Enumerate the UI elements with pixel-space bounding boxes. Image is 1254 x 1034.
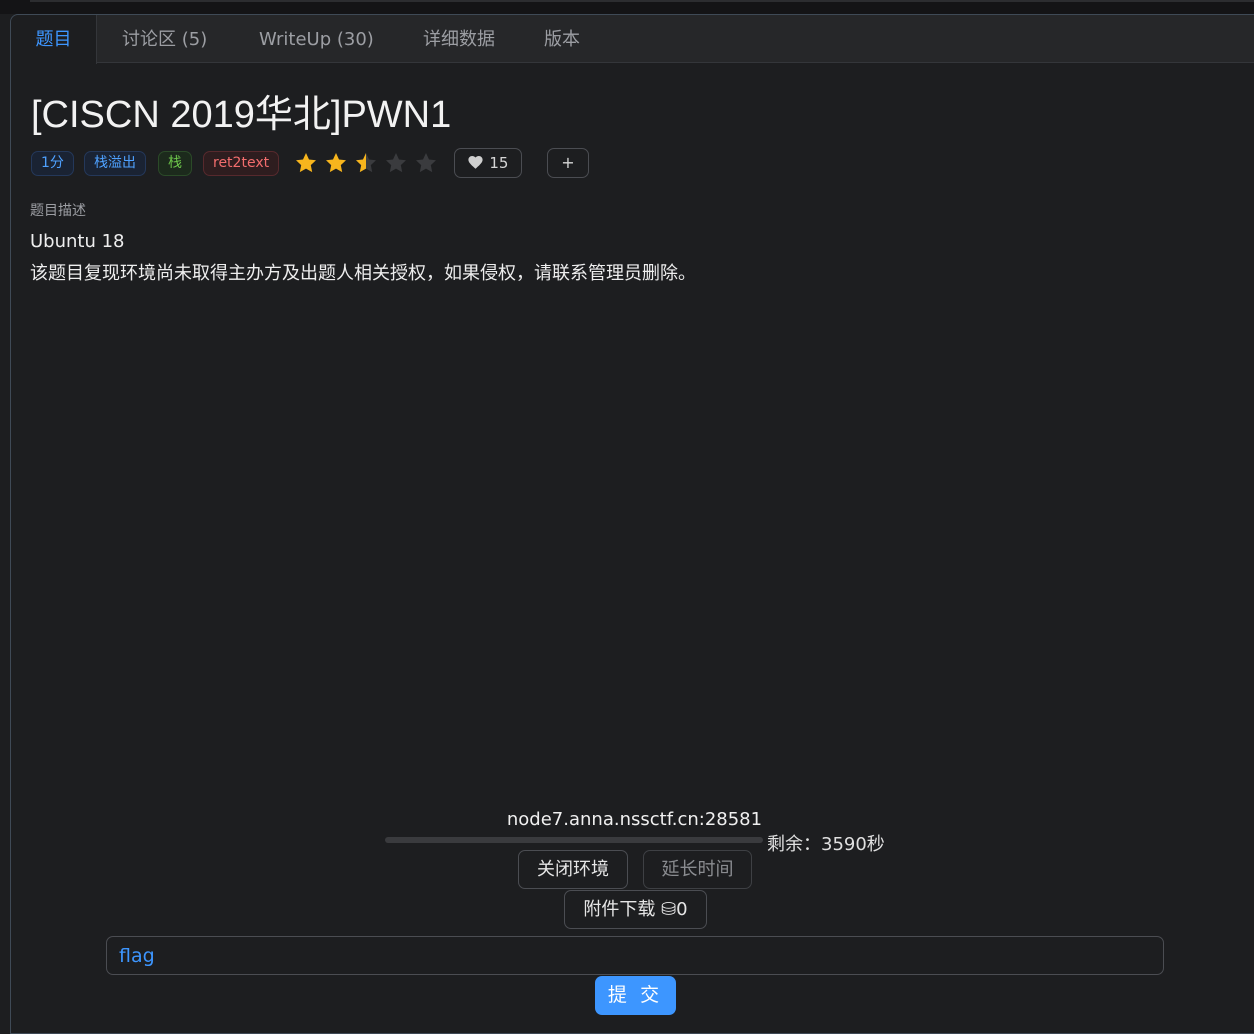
submit-button[interactable]: 提 交	[595, 976, 676, 1015]
flag-input[interactable]	[106, 936, 1164, 975]
like-button[interactable]: 15	[454, 148, 522, 178]
problem-panel: 题目 讨论区 (5) WriteUp (30) 详细数据 版本 [CISCN 2…	[10, 14, 1254, 1034]
top-strip	[0, 0, 1254, 14]
tag-ret2text[interactable]: ret2text	[203, 151, 280, 176]
tab-version[interactable]: 版本	[544, 15, 580, 63]
extend-time-button[interactable]: 延长时间	[643, 850, 752, 889]
tab-problem[interactable]: 题目	[11, 15, 97, 64]
add-button[interactable]: +	[547, 148, 589, 178]
description-label: 题目描述	[30, 203, 86, 219]
heart-icon	[467, 156, 483, 169]
description-line: 该题目复现环境尚未取得主办方及出题人相关授权，如果侵权，请联系管理员删除。	[30, 263, 696, 284]
tab-discussion[interactable]: 讨论区 (5)	[122, 15, 207, 63]
tab-bar: 题目 讨论区 (5) WriteUp (30) 详细数据 版本	[11, 15, 1254, 64]
tab-writeup[interactable]: WriteUp (30)	[259, 15, 374, 63]
like-count: 15	[489, 154, 509, 172]
attachment-download-button[interactable]: 附件下载 ⛁0	[564, 890, 707, 929]
tag-stack[interactable]: 栈	[158, 151, 192, 176]
half-star-icon[interactable]	[354, 151, 378, 175]
tab-details[interactable]: 详细数据	[423, 15, 495, 63]
tag-stack-overflow[interactable]: 栈溢出	[84, 151, 146, 176]
star-empty-icon[interactable]	[384, 151, 408, 175]
star-icon[interactable]	[294, 151, 318, 175]
close-environment-button[interactable]: 关闭环境	[518, 850, 628, 889]
environment-host: node7.anna.nssctf.cn:28581	[506, 809, 763, 830]
star-icon[interactable]	[324, 151, 348, 175]
problem-title: [CISCN 2019华北]PWN1	[31, 94, 452, 136]
tag-score[interactable]: 1分	[31, 151, 74, 176]
star-empty-icon[interactable]	[414, 151, 438, 175]
description-line: Ubuntu 18	[30, 231, 125, 252]
time-progress-bar	[385, 837, 763, 843]
remaining-time: 剩余：3590秒	[767, 834, 885, 855]
